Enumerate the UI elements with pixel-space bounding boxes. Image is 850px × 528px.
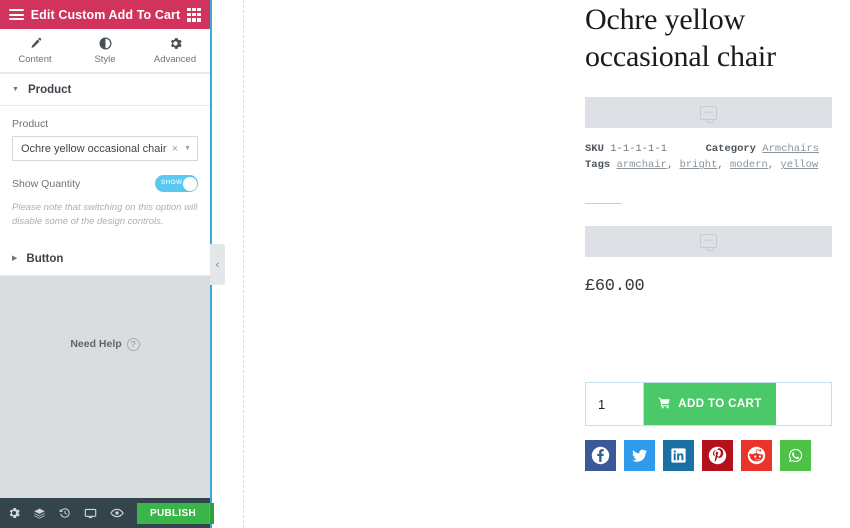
- column-guide-line: [243, 0, 244, 528]
- editor-panel: Edit Custom Add To Cart Content Style Ad…: [0, 0, 231, 528]
- product-price: £60.00: [585, 276, 645, 296]
- section-body-product: Product Ochre yellow occasional chair × …: [0, 106, 210, 243]
- show-quantity-note: Please note that switching on this optio…: [12, 202, 198, 227]
- show-quantity-row: Show Quantity SHOW: [12, 175, 198, 192]
- caret-right-icon: ▶: [12, 255, 18, 263]
- product-field-label: Product: [12, 118, 49, 130]
- preview-eye-icon[interactable]: [110, 506, 124, 520]
- product-widget: Ochre yellow occasional chair SKU 1-1-1-…: [585, 0, 832, 471]
- share-twitter-button[interactable]: [624, 440, 655, 471]
- tab-style[interactable]: Style: [70, 29, 140, 72]
- tag-link[interactable]: armchair: [617, 159, 667, 171]
- panel-sections: ▼ Product Product Ochre yellow occasiona…: [0, 73, 210, 276]
- need-help-label: Need Help: [70, 338, 122, 351]
- quantity-input[interactable]: 1: [586, 383, 644, 425]
- panel-tabs: Content Style Advanced: [0, 29, 210, 73]
- show-quantity-label: Show Quantity: [12, 177, 81, 190]
- widget-placeholder-top[interactable]: [585, 97, 832, 129]
- add-to-cart-label: ADD TO CART: [678, 398, 762, 410]
- publish-button[interactable]: PUBLISH: [137, 502, 209, 524]
- elementor-editor: Edit Custom Add To Cart Content Style Ad…: [0, 0, 850, 528]
- product-select-value: Ochre yellow occasional chair: [21, 142, 167, 155]
- divider: [585, 202, 622, 204]
- settings-gear-icon[interactable]: [8, 507, 20, 519]
- panel-footer: PUBLISH ▲: [0, 498, 231, 528]
- share-whatsapp-button[interactable]: [780, 440, 811, 471]
- add-to-cart-row: 1 ADD TO CART: [585, 382, 832, 426]
- panel-collapse-handle[interactable]: ‹: [210, 244, 225, 285]
- pencil-icon: [29, 36, 42, 51]
- history-icon[interactable]: [59, 507, 71, 519]
- toggle-knob: [182, 176, 197, 191]
- add-to-cart-spacer: [776, 383, 831, 425]
- section-title-product: Product: [27, 83, 72, 96]
- tab-style-label: Style: [94, 54, 116, 65]
- panel-empty-area: Need Help ?: [0, 275, 210, 498]
- tag-link[interactable]: yellow: [780, 159, 818, 171]
- sku-label: SKU: [585, 143, 604, 156]
- panel-title: Edit Custom Add To Cart: [30, 7, 181, 22]
- tag-link[interactable]: bright: [680, 159, 718, 171]
- tag-link[interactable]: modern: [730, 159, 768, 171]
- question-mark-icon: ?: [126, 337, 140, 351]
- widget-placeholder-icon: [700, 234, 717, 252]
- product-select[interactable]: Ochre yellow occasional chair × ▼: [12, 136, 198, 161]
- category-label: Category: [705, 143, 756, 156]
- share-linkedin-button[interactable]: [663, 440, 694, 471]
- show-quantity-state: SHOW: [161, 178, 183, 186]
- chevron-down-icon: ▼: [184, 145, 191, 152]
- navigator-layers-icon[interactable]: [33, 507, 46, 520]
- product-title: Ochre yellow occasional chair: [585, 3, 776, 73]
- widget-placeholder-icon: [700, 105, 717, 123]
- sku-value: 1-1-1-1-1: [610, 143, 667, 156]
- category-link[interactable]: Armchairs: [762, 143, 819, 155]
- grid-apps-icon[interactable]: [187, 7, 201, 22]
- tab-advanced-label: Advanced: [153, 54, 197, 65]
- preview-canvas: Ochre yellow occasional chair SKU 1-1-1-…: [214, 0, 850, 528]
- hamburger-icon[interactable]: [9, 9, 24, 20]
- tab-content-label: Content: [18, 54, 52, 65]
- section-header-product[interactable]: ▼ Product: [0, 73, 210, 106]
- tab-advanced[interactable]: Advanced: [140, 29, 210, 72]
- tab-content[interactable]: Content: [0, 29, 70, 72]
- share-pinterest-button[interactable]: [702, 440, 733, 471]
- widget-placeholder-bottom[interactable]: [585, 225, 832, 257]
- tags-label: Tags: [585, 159, 611, 172]
- need-help-link[interactable]: Need Help ?: [0, 337, 210, 351]
- product-meta-line-2: Tags armchair, bright, modern, yellow: [585, 159, 819, 172]
- caret-down-icon: ▼: [12, 86, 19, 93]
- gear-icon: [169, 36, 182, 51]
- product-meta-line-1: SKU 1-1-1-1-1 Category Armchairs: [585, 141, 832, 157]
- show-quantity-toggle[interactable]: SHOW: [155, 175, 198, 192]
- share-facebook-button[interactable]: [585, 440, 616, 471]
- section-title-button: Button: [26, 252, 64, 265]
- clear-selection-icon[interactable]: ×: [172, 143, 178, 155]
- product-meta: SKU 1-1-1-1-1 Category Armchairs Tags ar…: [585, 141, 832, 174]
- responsive-mode-icon[interactable]: [84, 507, 97, 520]
- shopping-cart-icon: [658, 397, 671, 411]
- social-share-bar: [585, 440, 811, 471]
- section-header-button[interactable]: ▶ Button: [0, 242, 210, 276]
- share-reddit-button[interactable]: [741, 440, 772, 471]
- contrast-icon: [99, 36, 112, 51]
- add-to-cart-button[interactable]: ADD TO CART: [644, 383, 776, 425]
- panel-header: Edit Custom Add To Cart: [0, 0, 210, 29]
